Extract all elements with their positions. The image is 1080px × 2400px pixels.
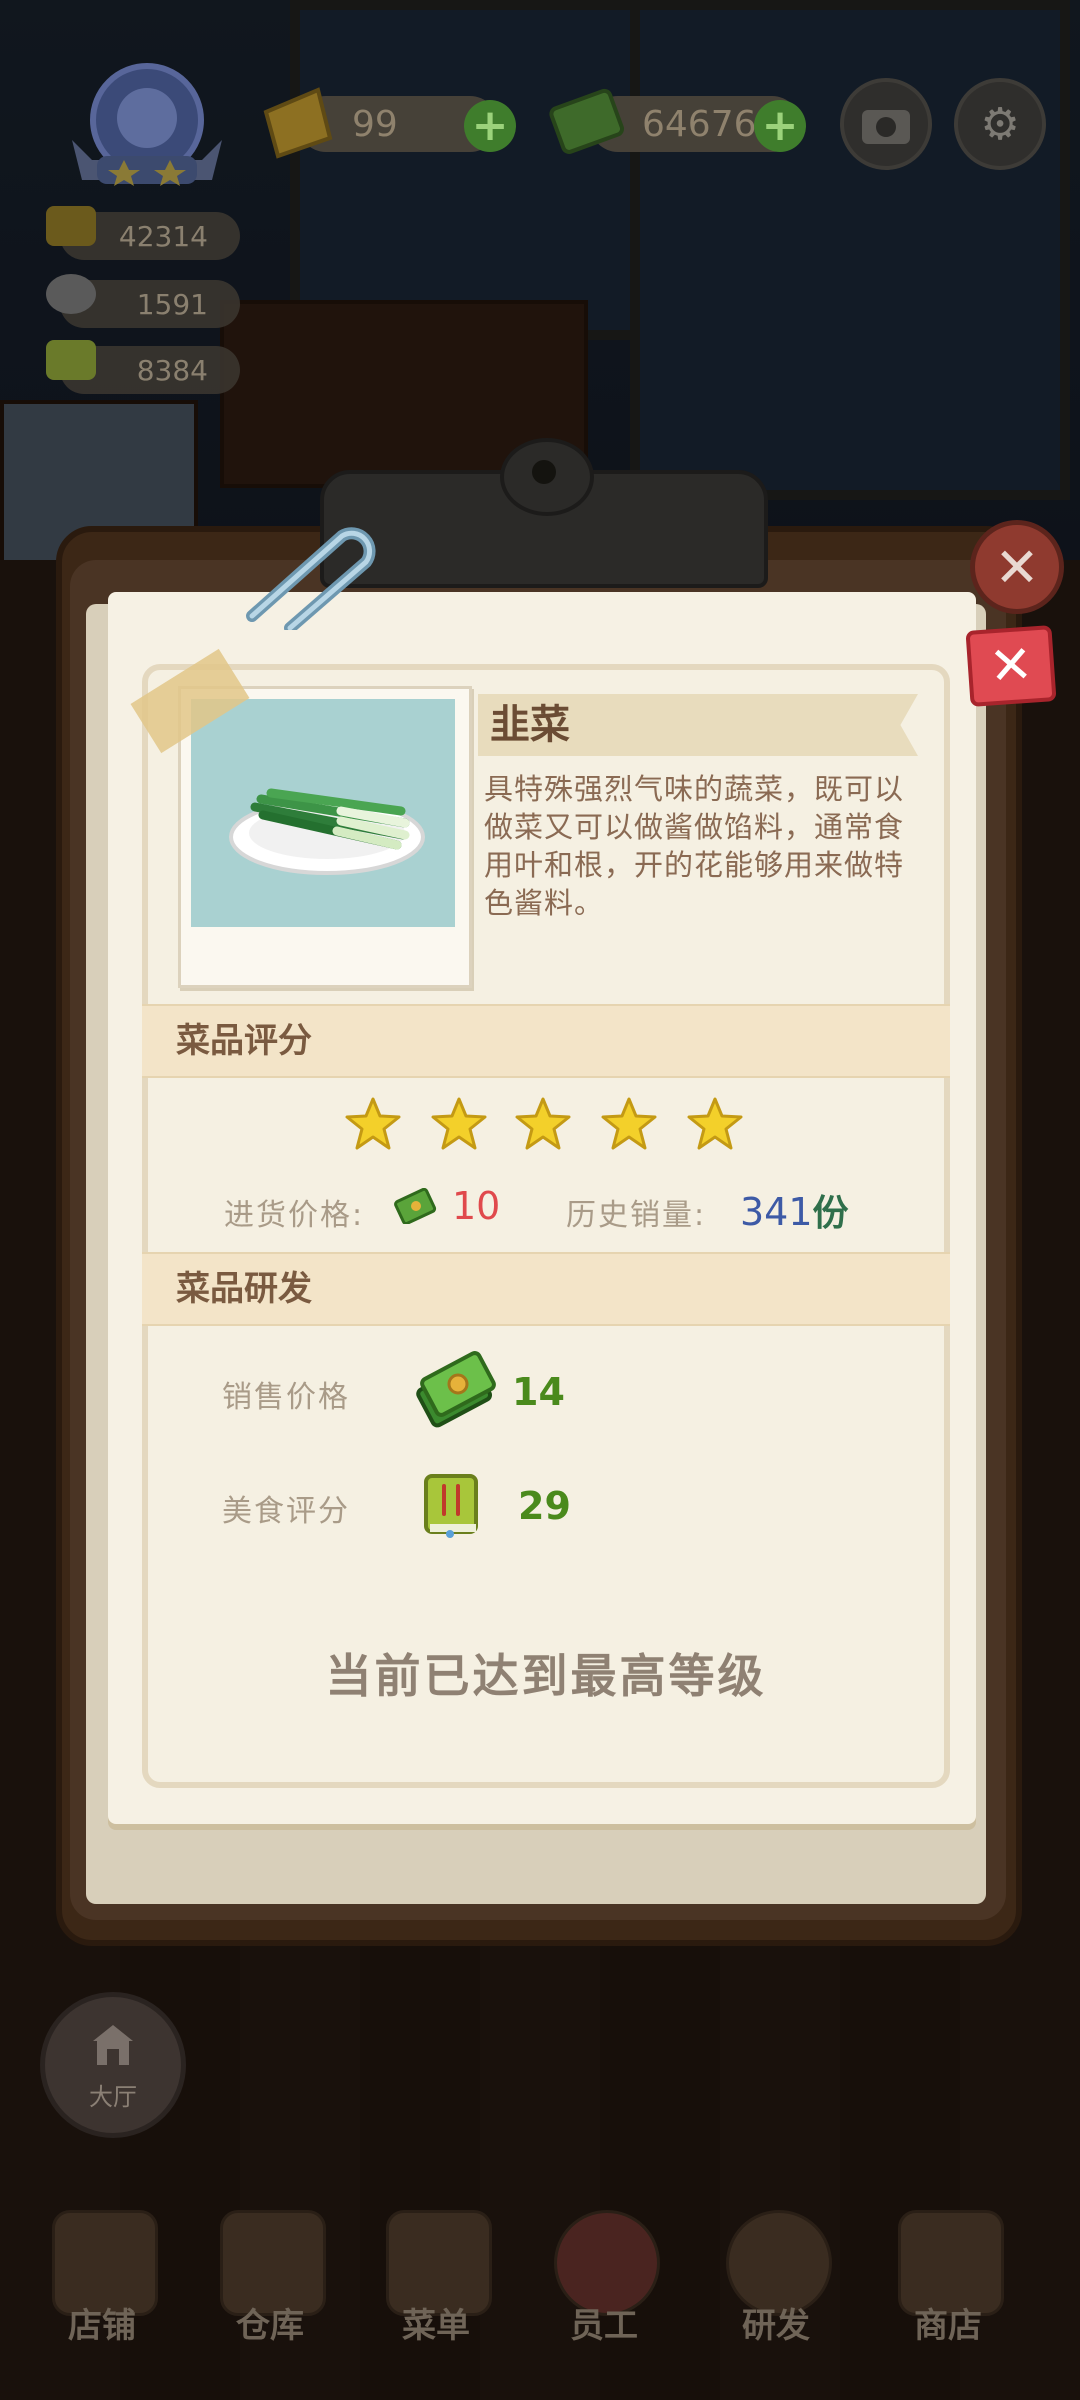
recipe-book-icon (424, 1474, 478, 1538)
nav-item-staff[interactable]: 员工 (524, 2200, 684, 2370)
rank-badge[interactable] (52, 60, 242, 200)
nav-item-menu[interactable]: 菜单 (356, 2200, 516, 2370)
gear-icon: ⚙ (980, 98, 1020, 150)
tickets-value: 99 (352, 103, 398, 145)
chives-plate-icon (229, 788, 425, 875)
stat-value-1: 42314 (118, 219, 208, 253)
cash-value: 64676 (642, 103, 757, 145)
star-icon (431, 1097, 487, 1150)
history-sales: 341份 (740, 1184, 849, 1236)
add-cash-button[interactable]: + (754, 100, 806, 152)
camera-button[interactable] (840, 78, 932, 170)
rank-badge-icon (72, 63, 222, 186)
food-rating-label: 美食评分 (222, 1494, 350, 1529)
book-icon (46, 340, 96, 380)
settings-button[interactable]: ⚙ (954, 78, 1046, 170)
cash-icon (548, 84, 628, 160)
nav-item-warehouse[interactable]: 仓库 (190, 2200, 350, 2370)
nav-item-shop[interactable]: 商店 (868, 2200, 1028, 2370)
rd-section-header: 菜品研发 (142, 1252, 950, 1326)
lobby-label: 大厅 (89, 2083, 137, 2111)
cash-icon (394, 1188, 437, 1224)
add-tickets-button[interactable]: + (464, 100, 516, 152)
cash-stack-icon (416, 1351, 496, 1428)
rating-section-header: 菜品评分 (142, 1004, 950, 1078)
star-icon (687, 1097, 743, 1150)
close-button[interactable]: ✕ (965, 625, 1057, 707)
nav-label-store: 店铺 (68, 2306, 136, 2346)
dish-image (191, 699, 455, 927)
purchase-price-label: 进货价格: (224, 1198, 365, 1233)
dish-photo (178, 686, 472, 988)
close-icon: ✕ (987, 634, 1035, 698)
sale-price-value: 14 (512, 1370, 565, 1414)
camera-icon (862, 110, 910, 144)
nav-item-research[interactable]: 研发 (696, 2200, 856, 2370)
max-level-message: 当前已达到最高等级 (325, 1649, 767, 1703)
cloche-icon (46, 274, 96, 314)
dish-description: 具特殊强烈气味的蔬菜，既可以做菜又可以做酱做馅料，通常食用叶和根，开的花能够用来… (484, 772, 905, 920)
nav-label-research: 研发 (742, 2306, 810, 2346)
nav-label-menu: 菜单 (402, 2306, 470, 2346)
stat-value-3: 8384 (136, 353, 208, 387)
rating-section-title: 菜品评分 (176, 1021, 312, 1061)
house-icon (93, 2025, 133, 2065)
tickets-icon (258, 82, 336, 162)
sale-price-label: 销售价格 (222, 1380, 350, 1415)
history-sales-value: 341 (740, 1190, 813, 1234)
purchase-price-value: 10 (452, 1184, 501, 1228)
nav-label-shop: 商店 (914, 2306, 982, 2346)
nav-label-staff: 员工 (570, 2306, 638, 2346)
star-icon (345, 1097, 401, 1150)
nav-item-store[interactable]: 店铺 (22, 2200, 182, 2370)
stat-value-2: 1591 (136, 287, 208, 321)
rd-section-title: 菜品研发 (176, 1269, 312, 1309)
history-sales-label: 历史销量: (566, 1198, 707, 1233)
star-icon (515, 1097, 571, 1150)
pot-icon (46, 206, 96, 246)
food-rating-value: 29 (518, 1484, 571, 1528)
lobby-button[interactable]: 大厅 (40, 1992, 186, 2138)
nav-label-warehouse: 仓库 (236, 2306, 304, 2346)
close-circle-button[interactable]: ✕ (970, 520, 1064, 614)
paperclip-icon (232, 520, 382, 634)
history-sales-unit: 份 (812, 1193, 849, 1234)
star-icon (601, 1097, 657, 1150)
close-icon: ✕ (994, 535, 1040, 599)
clipboard-clip-ring (500, 438, 594, 516)
dish-name: 韭菜 (490, 702, 570, 748)
